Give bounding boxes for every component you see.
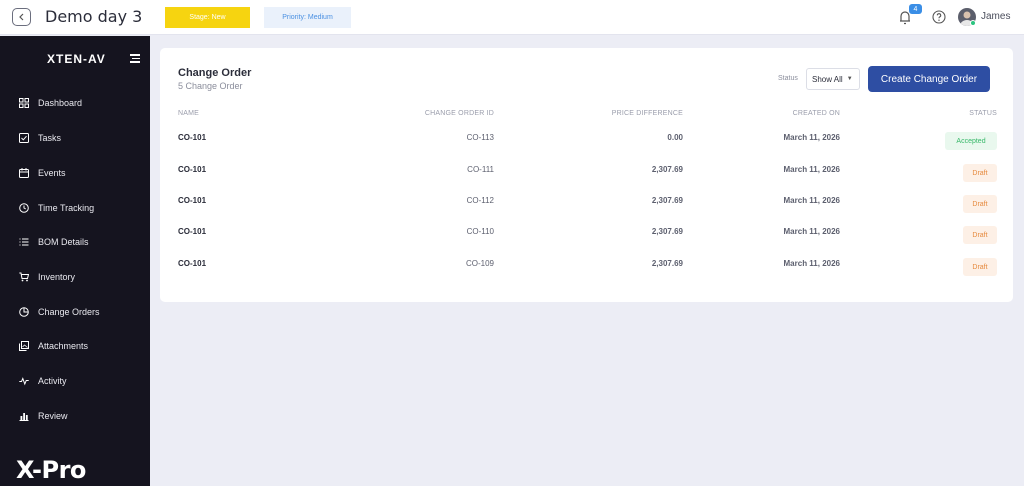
sidebar-item-events[interactable]: Events [0,161,150,185]
table-row[interactable]: CO-101 CO-111 2,307.69 March 11, 2026 Dr… [160,164,1013,196]
back-button[interactable] [12,8,31,26]
sidebar-item-time-tracking[interactable]: Time Tracking [0,196,150,220]
row-change-order-id: CO-112 [466,196,494,205]
priority-badge: Priority: Medium [264,7,351,28]
xpro-logo: X-Pro [16,456,86,484]
sidebar-item-label: Change Orders [38,307,100,317]
grid-icon [19,98,29,108]
status-badge: Draft [963,164,997,182]
status-badge: Draft [963,195,997,213]
row-name[interactable]: CO-101 [178,165,206,174]
table-row[interactable]: CO-101 CO-110 2,307.69 March 11, 2026 Dr… [160,226,1013,258]
row-price-difference: 0.00 [667,133,683,142]
top-bar: Demo day 3 Stage: New Priority: Medium 4… [0,0,1024,35]
cart-icon [19,272,29,282]
table-row[interactable]: CO-101 CO-109 2,307.69 March 11, 2026 Dr… [160,258,1013,290]
column-header-name[interactable]: NAME [178,110,199,117]
row-name[interactable]: CO-101 [178,259,206,268]
sidebar-item-activity[interactable]: Activity [0,369,150,393]
row-name[interactable]: CO-101 [178,227,206,236]
chevron-left-icon [18,13,23,21]
calendar-icon [19,168,29,178]
status-filter-label: Status [778,75,798,82]
brand-name: XTEN-AV [47,52,106,66]
sidebar-item-bom-details[interactable]: BOM Details [0,230,150,254]
sidebar-item-label: Events [38,168,66,178]
sidebar-item-label: Review [38,411,68,421]
bar-chart-icon [19,413,29,421]
menu-collapse-icon[interactable] [130,54,140,63]
notification-count-badge: 4 [909,4,922,14]
column-header-price-difference[interactable]: PRICE DIFFERENCE [612,110,683,117]
sidebar-item-tasks[interactable]: Tasks [0,126,150,150]
pulse-icon [19,377,29,386]
online-status-dot [970,20,976,26]
table-row[interactable]: CO-101 CO-112 2,307.69 March 11, 2026 Dr… [160,195,1013,227]
sidebar-item-label: Time Tracking [38,203,95,213]
user-name[interactable]: James [981,11,1010,22]
column-header-created-on[interactable]: CREATED ON [793,110,840,117]
sidebar-item-label: Dashboard [38,98,83,108]
sidebar-item-inventory[interactable]: Inventory [0,265,150,289]
status-badge: Draft [963,226,997,244]
row-price-difference: 2,307.69 [651,196,683,205]
column-header-status[interactable]: STATUS [969,110,997,117]
row-price-difference: 2,307.69 [651,259,683,268]
row-change-order-id: CO-110 [466,227,494,236]
row-change-order-id: CO-113 [466,133,494,142]
sidebar-item-label: Attachments [38,341,89,351]
column-header-change-order-id[interactable]: CHANGE ORDER ID [425,110,494,117]
clock-icon [19,203,29,213]
status-badge: Accepted [945,132,997,150]
sidebar-item-label: Activity [38,376,67,386]
card-subtitle: 5 Change Order [178,81,243,91]
row-created-on: March 11, 2026 [783,196,840,205]
list-icon [19,238,29,246]
sidebar-item-label: Inventory [38,272,76,282]
sidebar: XTEN-AV Dashboard Tasks Events Time Trac… [0,36,150,486]
row-created-on: March 11, 2026 [783,259,840,268]
row-price-difference: 2,307.69 [651,227,683,236]
row-change-order-id: CO-109 [465,259,494,268]
sidebar-item-change-orders[interactable]: Change Orders [0,300,150,324]
sidebar-item-label: Tasks [38,133,62,143]
row-created-on: March 11, 2026 [783,133,840,142]
sidebar-item-review[interactable]: Review [0,404,150,428]
sidebar-item-dashboard[interactable]: Dashboard [0,91,150,115]
row-name[interactable]: CO-101 [178,133,206,142]
pie-icon [19,307,29,317]
status-filter-select[interactable]: Show All ▼ [806,68,860,90]
page-title: Demo day 3 [45,7,143,26]
card-title: Change Order [178,67,252,79]
chevron-down-icon: ▼ [846,76,853,82]
create-change-order-button[interactable]: Create Change Order [868,66,990,92]
row-price-difference: 2,307.69 [651,165,683,174]
status-filter-value: Show All [812,74,843,84]
row-change-order-id: CO-111 [467,165,494,174]
row-created-on: March 11, 2026 [783,227,840,236]
stage-badge: Stage: New [165,7,250,28]
row-name[interactable]: CO-101 [178,196,206,205]
row-created-on: March 11, 2026 [783,165,840,174]
help-icon[interactable] [931,9,947,25]
gallery-icon [19,341,29,351]
checkbox-icon [19,133,29,143]
status-badge: Draft [963,258,997,276]
change-order-card: Change Order 5 Change Order Status Show … [160,48,1013,302]
table-row[interactable]: CO-101 CO-113 0.00 March 11, 2026 Accept… [160,132,1013,164]
sidebar-item-attachments[interactable]: Attachments [0,334,150,358]
sidebar-item-label: BOM Details [38,237,89,247]
